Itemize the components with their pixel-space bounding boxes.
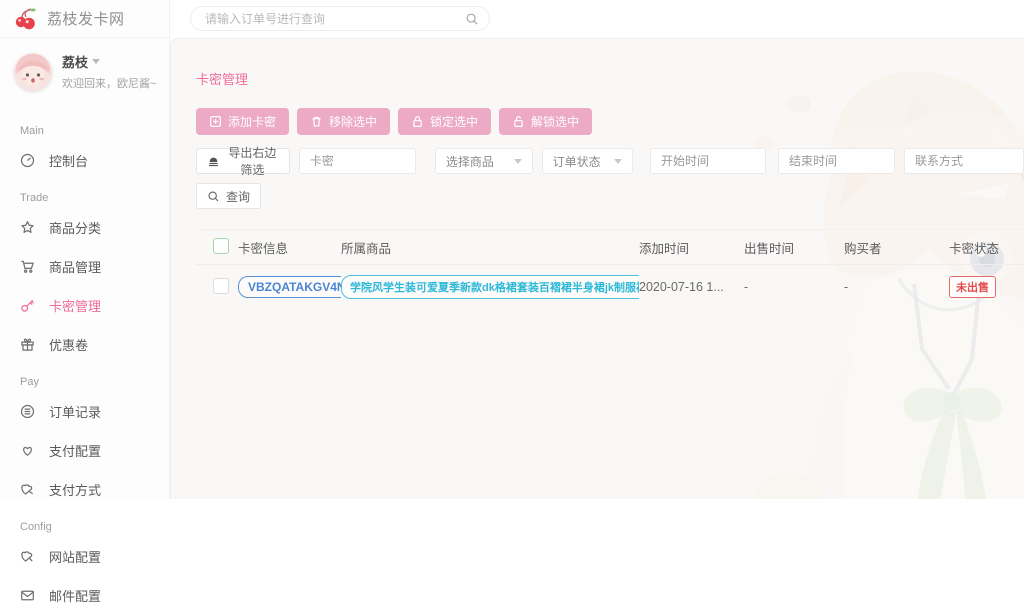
sidebar-item-product-manage[interactable]: 商品管理 [0, 247, 169, 286]
product-cell: 学院风学生装可爱夏季新款dk格裙套装百褶裙半身裙jk制服裙正版 [341, 275, 639, 299]
nav-section-trade: Trade [0, 180, 169, 208]
chevron-down-icon [92, 59, 100, 64]
chevron-down-icon [614, 159, 622, 164]
page-title: 卡密管理 [196, 69, 1024, 88]
table-header: 卡密信息 所属商品 添加时间 出售时间 购买者 卡密状态 [196, 229, 1024, 265]
lock-selected-button[interactable]: 锁定选中 [398, 108, 491, 135]
star-icon [20, 220, 35, 235]
sidebar-item-mail-config[interactable]: 邮件配置 [0, 576, 169, 615]
table-row: VBZQATAKGV4N3BL 学院风学生装可爱夏季新款dk格裙套装百褶裙半身裙… [196, 265, 1024, 309]
card-table: 卡密信息 所属商品 添加时间 出售时间 购买者 卡密状态 VBZQATAKGV4… [196, 229, 1024, 309]
search-icon [207, 190, 220, 203]
orders-icon [20, 404, 35, 419]
pay-method-icon [20, 482, 35, 497]
unlock-icon [512, 115, 525, 128]
profile: 荔枝 欢迎回来，欧尼酱~ [0, 38, 169, 103]
export-icon [207, 155, 220, 168]
topbar [170, 0, 1024, 38]
remove-selected-button[interactable]: 移除选中 [297, 108, 390, 135]
order-status-select[interactable]: 订单状态 [542, 148, 633, 174]
avatar[interactable] [14, 53, 52, 91]
order-search[interactable] [190, 6, 490, 31]
contact-input[interactable] [904, 148, 1024, 174]
sidebar-item-coupon[interactable]: 优惠卷 [0, 325, 169, 364]
buyer-cell: - [844, 280, 949, 294]
kami-filter-input[interactable] [299, 148, 416, 174]
filter-row: 导出右边筛选 选择商品 订单状态 [196, 148, 1024, 174]
chevron-down-icon [514, 159, 522, 164]
nav-section-config: Config [0, 509, 169, 537]
sidebar-item-order-records[interactable]: 订单记录 [0, 392, 169, 431]
end-time-input[interactable] [778, 148, 895, 174]
sidebar-item-site-config[interactable]: 网站配置 [0, 537, 169, 576]
col-status: 卡密状态 [949, 238, 1024, 257]
status-cell: 未出售 [949, 276, 1024, 298]
sidebar-item-pay-config[interactable]: 支付配置 [0, 431, 169, 470]
kami-badge[interactable]: VBZQATAKGV4N3BL [238, 276, 341, 298]
col-buyer: 购买者 [844, 238, 949, 257]
sidebar-nav: Main 控制台 Trade 商品分类 商品管理 卡密管理 [0, 103, 169, 615]
kami-cell: VBZQATAKGV4N3BL [238, 276, 341, 298]
cherry-logo-icon [14, 8, 38, 30]
sold-cell: - [744, 280, 844, 294]
query-row: 查询 [196, 183, 1024, 209]
product-select[interactable]: 选择商品 [435, 148, 533, 174]
unlock-selected-button[interactable]: 解锁选中 [499, 108, 592, 135]
plus-square-icon [209, 115, 222, 128]
nav-section-pay: Pay [0, 364, 169, 392]
sidebar: 荔枝发卡网 荔枝 欢迎回来，欧尼酱~ Ma [0, 0, 170, 499]
sidebar-item-product-category[interactable]: 商品分类 [0, 208, 169, 247]
col-sold: 出售时间 [744, 238, 844, 257]
product-badge[interactable]: 学院风学生装可爱夏季新款dk格裙套装百褶裙半身裙jk制服裙正版 [341, 275, 639, 299]
select-all-checkbox[interactable] [213, 238, 229, 254]
row-checkbox[interactable] [213, 278, 229, 294]
key-icon [20, 298, 35, 313]
col-added: 添加时间 [639, 238, 744, 257]
col-kami: 卡密信息 [238, 238, 341, 257]
added-cell: 2020-07-16 1... [639, 280, 734, 294]
status-badge: 未出售 [949, 276, 996, 298]
trash-icon [310, 115, 323, 128]
search-icon[interactable] [465, 12, 479, 26]
add-card-button[interactable]: 添加卡密 [196, 108, 289, 135]
cart-icon [20, 259, 35, 274]
query-button[interactable]: 查询 [196, 183, 261, 209]
sidebar-item-card-manage[interactable]: 卡密管理 [0, 286, 169, 325]
content: 卡密管理 添加卡密 移除选中 锁定选中 [171, 39, 1024, 309]
profile-name[interactable]: 荔枝 [62, 52, 156, 71]
heart-hand-icon [20, 443, 35, 458]
sidebar-item-dashboard[interactable]: 控制台 [0, 141, 169, 180]
export-button[interactable]: 导出右边筛选 [196, 148, 290, 174]
gift-icon [20, 337, 35, 352]
start-time-input[interactable] [650, 148, 766, 174]
action-buttons: 添加卡密 移除选中 锁定选中 解锁选中 [196, 108, 1024, 135]
sidebar-item-pay-method[interactable]: 支付方式 [0, 470, 169, 509]
site-config-icon [20, 549, 35, 564]
profile-welcome: 欢迎回来，欧尼酱~ [62, 75, 156, 91]
dashboard-icon [20, 153, 35, 168]
nav-section-main: Main [0, 113, 169, 141]
logo[interactable]: 荔枝发卡网 [0, 0, 169, 38]
lock-icon [411, 115, 424, 128]
col-product: 所属商品 [341, 238, 639, 257]
mail-icon [20, 588, 35, 603]
order-search-input[interactable] [205, 12, 465, 26]
main-panel: 卡密管理 添加卡密 移除选中 锁定选中 [170, 38, 1024, 499]
app-title: 荔枝发卡网 [47, 8, 125, 29]
